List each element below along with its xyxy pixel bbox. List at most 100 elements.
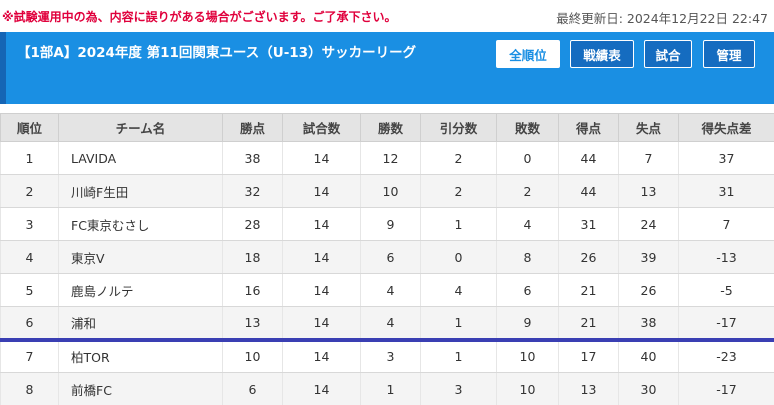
admin-button[interactable]: 管理 xyxy=(703,40,755,68)
cell-goals-against: 39 xyxy=(618,240,679,274)
standings-button[interactable]: 全順位 xyxy=(496,40,560,68)
cell-draws: 1 xyxy=(420,339,497,373)
matches-button[interactable]: 試合 xyxy=(644,40,692,68)
header-losses: 敗数 xyxy=(496,113,559,142)
table-row: 5 鹿島ノルテ 16 14 4 4 6 21 26 -5 xyxy=(0,273,774,307)
cell-goals-against: 30 xyxy=(618,372,679,405)
cell-rank: 2 xyxy=(0,174,59,208)
cell-played: 14 xyxy=(282,372,361,405)
cell-team-name[interactable]: FC東京むさし xyxy=(58,207,223,241)
header-points: 勝点 xyxy=(222,113,283,142)
cell-points: 6 xyxy=(222,372,283,405)
cell-goal-difference: -17 xyxy=(678,306,774,342)
cell-draws: 4 xyxy=(420,273,497,307)
cell-goals-for: 26 xyxy=(558,240,619,274)
cell-losses: 0 xyxy=(496,141,559,175)
cell-team-name[interactable]: 東京V xyxy=(58,240,223,274)
cell-rank: 1 xyxy=(0,141,59,175)
cell-points: 18 xyxy=(222,240,283,274)
cell-points: 32 xyxy=(222,174,283,208)
table-row: 2 川崎F生田 32 14 10 2 2 44 13 31 xyxy=(0,174,774,208)
cell-goals-for: 21 xyxy=(558,306,619,342)
cell-goal-difference: -17 xyxy=(678,372,774,405)
cell-goal-difference: -23 xyxy=(678,339,774,373)
cell-losses: 4 xyxy=(496,207,559,241)
cell-losses: 9 xyxy=(496,306,559,342)
table-row: 7 柏TOR 10 14 3 1 10 17 40 -23 xyxy=(0,339,774,373)
cell-draws: 3 xyxy=(420,372,497,405)
cell-rank: 6 xyxy=(0,306,59,342)
cell-draws: 1 xyxy=(420,306,497,342)
table-row: 8 前橋FC 6 14 1 3 10 13 30 -17 xyxy=(0,372,774,405)
cell-team-name[interactable]: 浦和 xyxy=(58,306,223,342)
cell-goals-for: 44 xyxy=(558,141,619,175)
cell-goals-against: 13 xyxy=(618,174,679,208)
cell-goals-for: 13 xyxy=(558,372,619,405)
cell-wins: 1 xyxy=(360,372,421,405)
cell-rank: 8 xyxy=(0,372,59,405)
cell-goals-against: 40 xyxy=(618,339,679,373)
cell-losses: 2 xyxy=(496,174,559,208)
cell-played: 14 xyxy=(282,240,361,274)
cell-played: 14 xyxy=(282,306,361,342)
cell-played: 14 xyxy=(282,174,361,208)
results-button[interactable]: 戦績表 xyxy=(570,40,634,68)
cell-rank: 7 xyxy=(0,339,59,373)
cell-goals-against: 38 xyxy=(618,306,679,342)
cell-losses: 10 xyxy=(496,372,559,405)
cell-losses: 8 xyxy=(496,240,559,274)
cell-played: 14 xyxy=(282,273,361,307)
standings-table: 順位 チーム名 勝点 試合数 勝数 引分数 敗数 得点 失点 得失点差 1 LAV… xyxy=(0,113,774,405)
cell-points: 28 xyxy=(222,207,283,241)
table-row: 3 FC東京むさし 28 14 9 1 4 31 24 7 xyxy=(0,207,774,241)
cell-points: 16 xyxy=(222,273,283,307)
header-accent-stripe xyxy=(0,32,6,104)
header-team: チーム名 xyxy=(58,113,223,142)
cell-team-name[interactable]: 柏TOR xyxy=(58,339,223,373)
header-goals-against: 失点 xyxy=(618,113,679,142)
cell-goals-for: 17 xyxy=(558,339,619,373)
cell-team-name[interactable]: 鹿島ノルテ xyxy=(58,273,223,307)
header-goals-for: 得点 xyxy=(558,113,619,142)
cell-wins: 10 xyxy=(360,174,421,208)
cell-goals-against: 26 xyxy=(618,273,679,307)
cell-team-name[interactable]: 川崎F生田 xyxy=(58,174,223,208)
disclaimer-notice: ※試験運用中の為、内容に誤りがある場合がございます。ご了承下さい。 xyxy=(2,10,397,24)
cell-draws: 0 xyxy=(420,240,497,274)
cell-losses: 6 xyxy=(496,273,559,307)
cell-team-name[interactable]: 前橋FC xyxy=(58,372,223,405)
cell-draws: 2 xyxy=(420,141,497,175)
header-goal-difference: 得失点差 xyxy=(678,113,774,142)
cell-losses: 10 xyxy=(496,339,559,373)
cell-goals-for: 31 xyxy=(558,207,619,241)
cell-goal-difference: 7 xyxy=(678,207,774,241)
league-header: 【1部A】2024年度 第11回関東ユース（U-13）サッカーリーグ 全順位 戦… xyxy=(0,32,774,104)
cell-played: 14 xyxy=(282,207,361,241)
cell-points: 13 xyxy=(222,306,283,342)
cell-goals-for: 44 xyxy=(558,174,619,208)
league-title: 【1部A】2024年度 第11回関東ユース（U-13）サッカーリーグ xyxy=(17,45,417,61)
cell-rank: 5 xyxy=(0,273,59,307)
top-bar: ※試験運用中の為、内容に誤りがある場合がございます。ご了承下さい。 最終更新日:… xyxy=(0,0,774,32)
cell-points: 10 xyxy=(222,339,283,373)
cell-wins: 9 xyxy=(360,207,421,241)
cell-wins: 12 xyxy=(360,141,421,175)
cell-wins: 3 xyxy=(360,339,421,373)
table-row: 6 浦和 13 14 4 1 9 21 38 -17 xyxy=(0,306,774,342)
last-updated: 最終更新日: 2024年12月22日 22:47 xyxy=(556,11,768,26)
cell-goal-difference: 31 xyxy=(678,174,774,208)
cell-wins: 6 xyxy=(360,240,421,274)
cell-wins: 4 xyxy=(360,306,421,342)
cell-played: 14 xyxy=(282,141,361,175)
table-row: 4 東京V 18 14 6 0 8 26 39 -13 xyxy=(0,240,774,274)
cell-goal-difference: -13 xyxy=(678,240,774,274)
cell-wins: 4 xyxy=(360,273,421,307)
cell-goal-difference: -5 xyxy=(678,273,774,307)
cell-team-name[interactable]: LAVIDA xyxy=(58,141,223,175)
table-header-row: 順位 チーム名 勝点 試合数 勝数 引分数 敗数 得点 失点 得失点差 xyxy=(0,113,774,142)
cell-draws: 1 xyxy=(420,207,497,241)
header-wins: 勝数 xyxy=(360,113,421,142)
header-draws: 引分数 xyxy=(420,113,497,142)
cell-goal-difference: 37 xyxy=(678,141,774,175)
header-played: 試合数 xyxy=(282,113,361,142)
